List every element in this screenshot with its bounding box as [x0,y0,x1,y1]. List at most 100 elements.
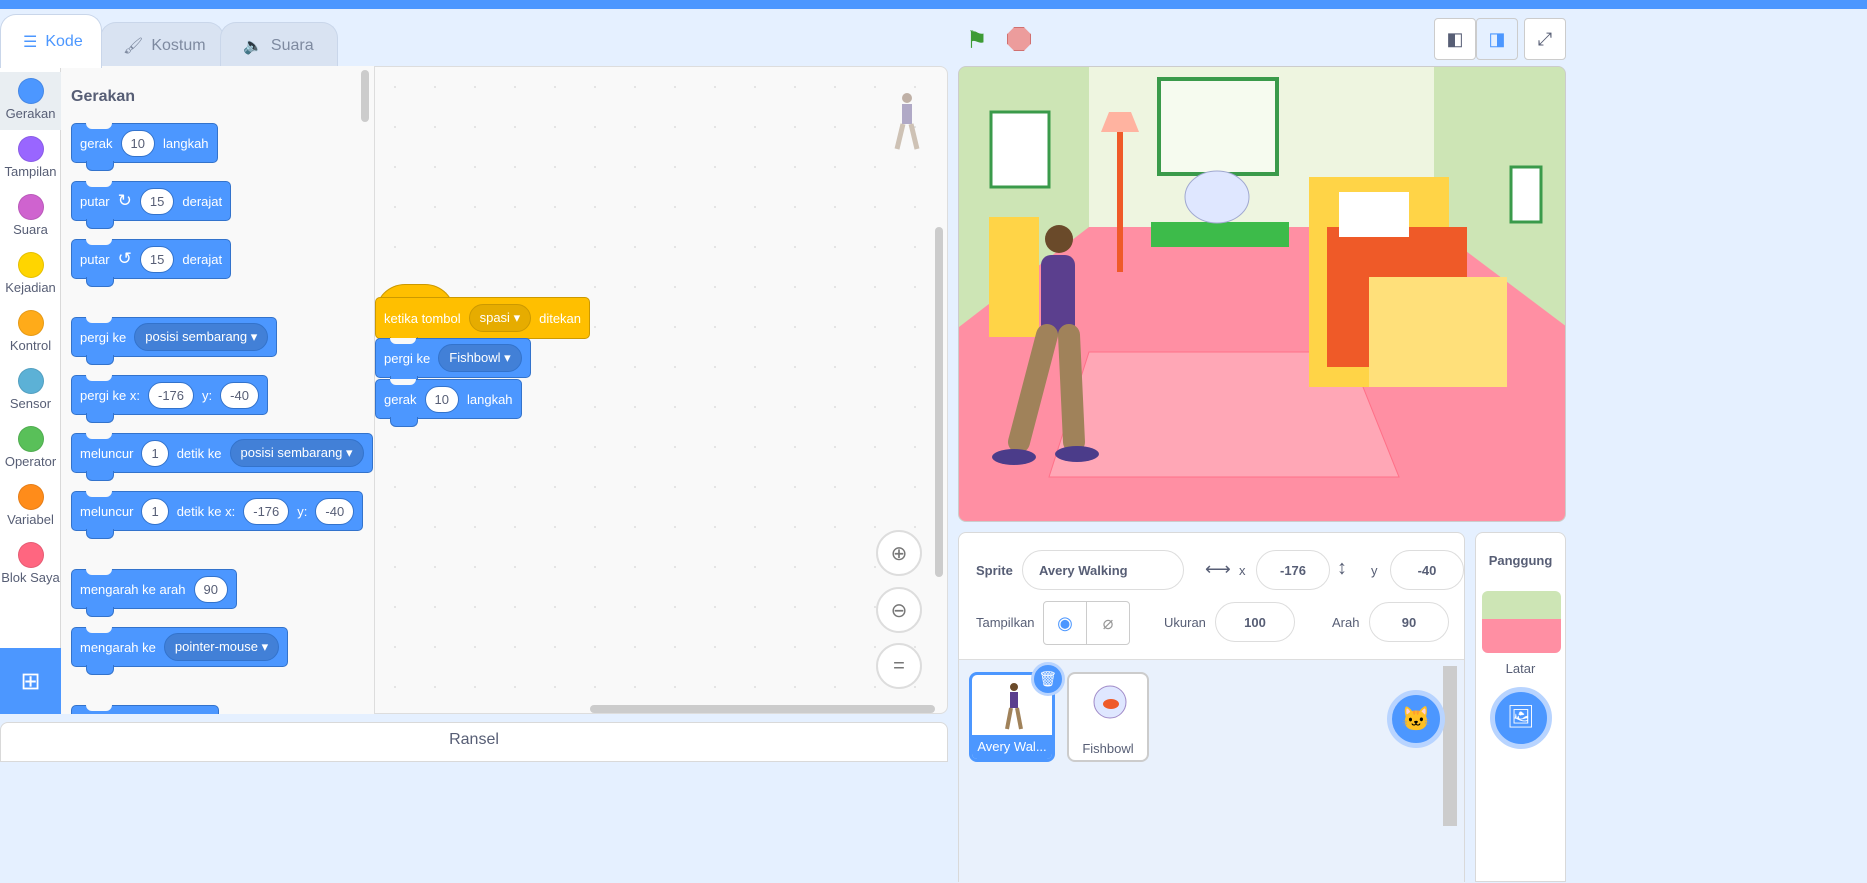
delete-sprite-button[interactable]: 🗑 [1031,662,1065,696]
tab-label: Kode [45,32,83,50]
block-dropdown[interactable]: posisi sembarang ▾ [229,439,364,467]
block-point-towards[interactable]: mengarah ke pointer-mouse ▾ [71,627,289,675]
rotate-left-icon: ↺ [117,249,132,268]
category-motion[interactable]: Gerakan [0,72,61,130]
category-label: Sensor [9,396,52,411]
block-go-to[interactable]: pergi ke posisi sembarang ▾ [71,317,278,365]
image-icon: 🖼 [1507,704,1535,729]
green-flag-icon[interactable]: ⚑ [966,26,988,55]
small-stage-button[interactable]: ◧ [1434,18,1476,60]
choose-backdrop-button[interactable]: 🖼 [1490,687,1552,749]
block-input[interactable]: 10 [120,129,155,157]
dropdown-value: spasi [479,310,510,325]
block-point-direction[interactable]: mengarah ke arah 90 [71,569,237,617]
show-sprite-button[interactable]: ◉ [1043,601,1087,645]
block-move-steps[interactable]: gerak 10 langkah [71,123,218,171]
block-text: langkah [163,135,209,151]
stage-panel-title: Panggung [1488,553,1553,568]
block-text: y: [202,387,213,403]
block-turn-right[interactable]: putar ↻ 15 derajat [71,181,232,229]
block-input[interactable]: 1 [141,497,169,525]
block-input[interactable]: 15 [139,245,175,273]
x-input[interactable]: -176 [1256,550,1330,590]
hide-sprite-button[interactable]: ⌀ [1086,601,1130,645]
block-input[interactable]: 1 [141,439,169,467]
category-control[interactable]: Kontrol [0,304,61,362]
stage-canvas[interactable] [958,66,1566,522]
script-move-steps[interactable]: gerak 10 langkah [375,379,522,427]
sprite-thumbnail [1093,685,1127,719]
sprite-list-scrollbar[interactable] [1443,666,1457,826]
category-dot [17,426,44,452]
category-menu: Gerakan Tampilan Suara Kejadian Kontrol … [0,66,61,714]
block-go-to-xy[interactable]: pergi ke x: -176 y: -40 [71,375,268,423]
palette-scrollbar[interactable] [361,70,369,122]
menu-bar [0,0,1867,9]
brush-icon: 🖌 [123,37,144,55]
y-input[interactable]: -40 [1390,550,1464,590]
backpack[interactable]: Ransel [0,722,948,762]
sprite-info-panel: Sprite Avery Walking ⟷ x -176 ↕ y -40 Ta… [958,532,1465,883]
block-text: y: [297,503,308,519]
sprite-name: Fishbowl [1082,741,1134,756]
block-text: ditekan [539,310,582,326]
category-looks[interactable]: Tampilan [0,130,61,188]
block-input[interactable]: 90 [193,575,228,603]
large-stage-button[interactable]: ◨ [1476,18,1518,60]
vertical-scrollbar[interactable] [935,227,943,577]
category-dot [17,252,44,278]
script-when-key-pressed[interactable]: ketika tombol spasi ▾ ditekan [375,297,591,347]
block-dropdown[interactable]: posisi sembarang ▾ [134,323,269,351]
category-sound[interactable]: Suara [0,188,61,246]
size-input[interactable]: 100 [1215,602,1295,642]
block-dropdown[interactable]: pointer-mouse ▾ [163,633,280,661]
block-partial[interactable] [71,705,219,714]
stop-icon[interactable] [1007,27,1031,51]
horizontal-scrollbar[interactable] [590,705,935,713]
category-dot [17,194,44,220]
block-input[interactable]: 15 [139,187,175,215]
category-dot [17,368,44,394]
category-operators[interactable]: Operator [0,420,61,478]
fullscreen-button[interactable]: ⤢ [1524,18,1566,60]
key-dropdown[interactable]: spasi ▾ [468,304,532,332]
zoom-in-button[interactable]: ⊕ [876,530,922,576]
add-extension-button[interactable]: ⊞ [0,648,61,714]
dropdown-value: posisi sembarang [145,329,248,344]
fullscreen-icon: ⤢ [1537,28,1553,49]
zoom-out-button[interactable]: ⊖ [876,587,922,633]
block-turn-left[interactable]: putar ↺ 15 derajat [71,239,232,287]
category-sensing[interactable]: Sensor [0,362,61,420]
choose-sprite-button[interactable]: 🐱 [1387,690,1445,748]
y-label: y [1371,563,1378,578]
sprite-tile-fishbowl[interactable]: Fishbowl [1067,672,1149,762]
direction-label: Arah [1332,615,1360,630]
block-input[interactable]: -176 [147,381,195,409]
large-stage-icon: ◨ [1488,28,1506,49]
target-dropdown[interactable]: Fishbowl ▾ [438,344,522,372]
block-input[interactable]: -40 [220,381,259,409]
block-text: pergi ke [80,329,127,345]
block-glide[interactable]: meluncur 1 detik ke posisi sembarang ▾ [71,433,373,481]
stage-thumbnail[interactable] [1482,591,1561,653]
tab-code[interactable]: ☰ Kode [0,14,102,68]
extension-icon: ⊞ [20,667,41,695]
block-input[interactable]: -176 [243,497,290,525]
category-events[interactable]: Kejadian [0,246,61,304]
script-go-to[interactable]: pergi ke Fishbowl ▾ [375,338,531,386]
direction-input[interactable]: 90 [1369,602,1449,642]
block-input[interactable]: 10 [424,385,459,413]
tab-costumes[interactable]: 🖌 Kostum [100,22,224,68]
tab-sounds[interactable]: 🔈 Suara [220,22,338,68]
zoom-reset-button[interactable]: = [876,643,922,689]
category-variables[interactable]: Variabel [0,478,61,536]
sprite-name-input[interactable]: Avery Walking [1022,550,1184,590]
category-dot [17,310,44,336]
palette-heading: Gerakan [71,88,136,105]
category-my-blocks[interactable]: Blok Saya [0,536,61,594]
block-glide-xy[interactable]: meluncur 1 detik ke x: -176 y: -40 [71,491,364,539]
speaker-icon: 🔈 [243,37,263,55]
category-label: Tampilan [4,164,57,179]
tab-label: Suara [270,36,314,54]
block-input[interactable]: -40 [315,497,355,525]
